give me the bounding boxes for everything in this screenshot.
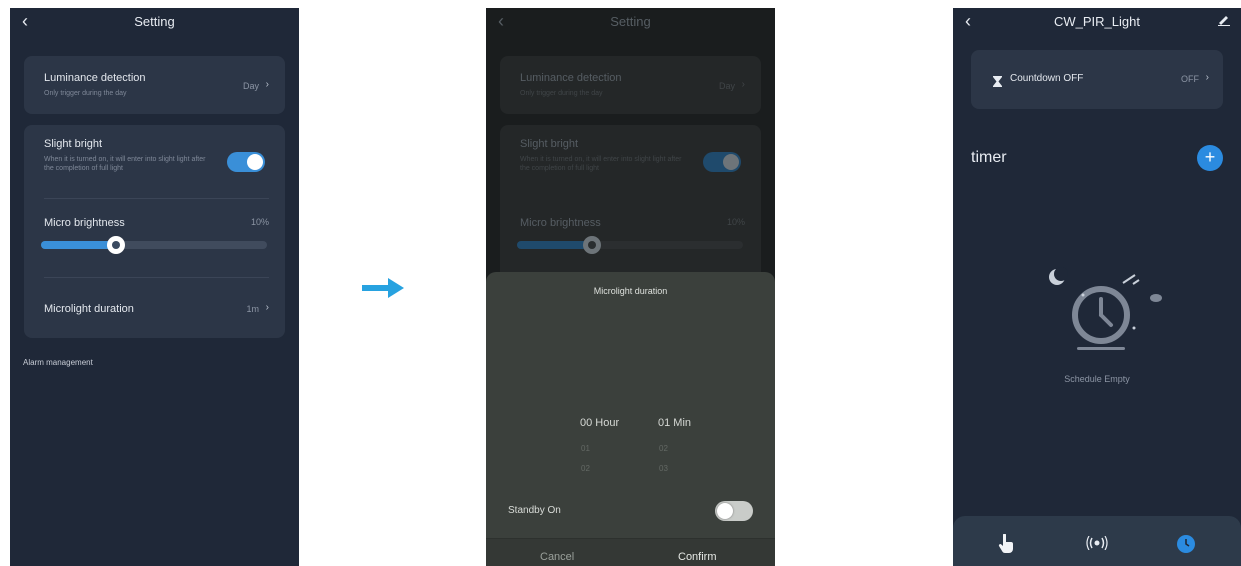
timer-heading: timer [971, 149, 1007, 166]
countdown-label: Countdown OFF [1010, 73, 1084, 84]
slight-bright-label: Slight bright [44, 138, 103, 150]
settings-duration-picker-screen: ‹ Setting Luminance detection Only trigg… [486, 8, 775, 566]
hourglass-icon [993, 74, 1002, 92]
slight-bright-sub: When it is turned on, it will enter into… [44, 156, 206, 172]
clock-icon [1072, 286, 1130, 350]
divider [44, 277, 269, 278]
chevron-right-icon: › [265, 79, 269, 90]
alarm-management-link[interactable]: Alarm management [23, 358, 93, 367]
hour-picker-selected[interactable]: 00 Hour [580, 417, 619, 429]
arrow-right-icon [362, 278, 404, 298]
micro-brightness-label: Micro brightness [520, 217, 601, 229]
timer-tab-icon[interactable] [1177, 535, 1195, 558]
header: ‹ Setting [10, 8, 299, 36]
luminance-detection-label: Luminance detection [44, 72, 146, 84]
countdown-row[interactable]: Countdown OFF OFF › [971, 50, 1223, 109]
luminance-detection-row[interactable]: Luminance detection Only trigger during … [24, 56, 285, 114]
settings-screen: ‹ Setting Luminance detection Only trigg… [10, 8, 299, 566]
microlight-duration-row[interactable]: Microlight duration 1m › [24, 283, 285, 333]
chevron-right-icon: › [1205, 72, 1209, 83]
device-timer-screen: ‹ CW_PIR_Light Countdown OFF OFF › timer… [953, 8, 1241, 566]
luminance-detection-value: Day [718, 81, 735, 91]
toggle-knob [247, 154, 263, 170]
slider-fill [517, 241, 592, 249]
micro-brightness-label: Micro brightness [44, 217, 125, 229]
countdown-value: OFF [1181, 74, 1199, 84]
cancel-button[interactable]: Cancel [540, 551, 574, 563]
radio-waves-icon[interactable] [1086, 535, 1108, 555]
confirm-button[interactable]: Confirm [678, 551, 717, 563]
micro-brightness-slider [517, 236, 743, 254]
add-timer-button[interactable]: + [1197, 145, 1223, 171]
edit-icon[interactable] [1217, 12, 1231, 29]
hour-picker-option[interactable]: 01 [581, 444, 590, 453]
slider-fill [41, 241, 116, 249]
moon-icon [1049, 267, 1068, 285]
chevron-right-icon: › [265, 302, 269, 313]
sheet-title: Microlight duration [593, 286, 668, 296]
luminance-detection-sub: Only trigger during the day [520, 90, 603, 97]
duration-picker-sheet: Microlight duration 00 Hour 01 Min 01 02… [486, 272, 775, 566]
cloud-icon [1150, 294, 1162, 302]
schedule-empty-text: Schedule Empty [1064, 374, 1130, 384]
luminance-detection-label: Luminance detection [520, 72, 622, 84]
slider-thumb[interactable] [106, 236, 125, 254]
plus-icon: + [1204, 147, 1216, 167]
slight-bright-toggle[interactable] [227, 152, 265, 172]
chevron-right-icon: › [741, 79, 745, 90]
toggle-knob [723, 154, 739, 170]
bottom-tab-bar [953, 516, 1241, 566]
microlight-duration-label: Microlight duration [44, 303, 134, 315]
toggle-knob [717, 503, 733, 519]
header: ‹ Setting [486, 8, 775, 36]
standby-on-toggle[interactable] [715, 501, 753, 521]
page-title: CW_PIR_Light [1054, 14, 1140, 29]
slider-thumb [582, 236, 601, 254]
page-title: Setting [610, 14, 651, 29]
hand-pointer-icon[interactable] [997, 533, 1015, 559]
page-title: Setting [134, 14, 175, 29]
slight-bright-sub: When it is turned on, it will enter into… [520, 156, 682, 172]
micro-brightness-slider[interactable] [41, 236, 267, 254]
minute-picker-option[interactable]: 02 [659, 444, 668, 453]
hour-picker-option[interactable]: 02 [581, 464, 590, 473]
standby-on-label: Standby On [508, 505, 561, 516]
sheet-footer: Cancel Confirm [486, 538, 775, 566]
header: ‹ CW_PIR_Light [953, 8, 1241, 36]
slight-bright-label: Slight bright [520, 138, 579, 150]
minute-picker-option[interactable]: 03 [659, 464, 668, 473]
micro-brightness-value: 10% [250, 217, 269, 227]
luminance-detection-row: Luminance detection Only trigger during … [500, 56, 761, 114]
schedule-empty-illustration [1049, 267, 1162, 350]
micro-brightness-value: 10% [726, 217, 745, 227]
luminance-detection-sub: Only trigger during the day [44, 90, 127, 97]
luminance-detection-value: Day [242, 81, 259, 91]
divider [44, 198, 269, 199]
microlight-duration-value: 1m [246, 304, 259, 314]
slight-bright-toggle [703, 152, 741, 172]
minute-picker-selected[interactable]: 01 Min [658, 417, 691, 429]
slight-bright-card: Slight bright When it is turned on, it w… [24, 125, 285, 338]
